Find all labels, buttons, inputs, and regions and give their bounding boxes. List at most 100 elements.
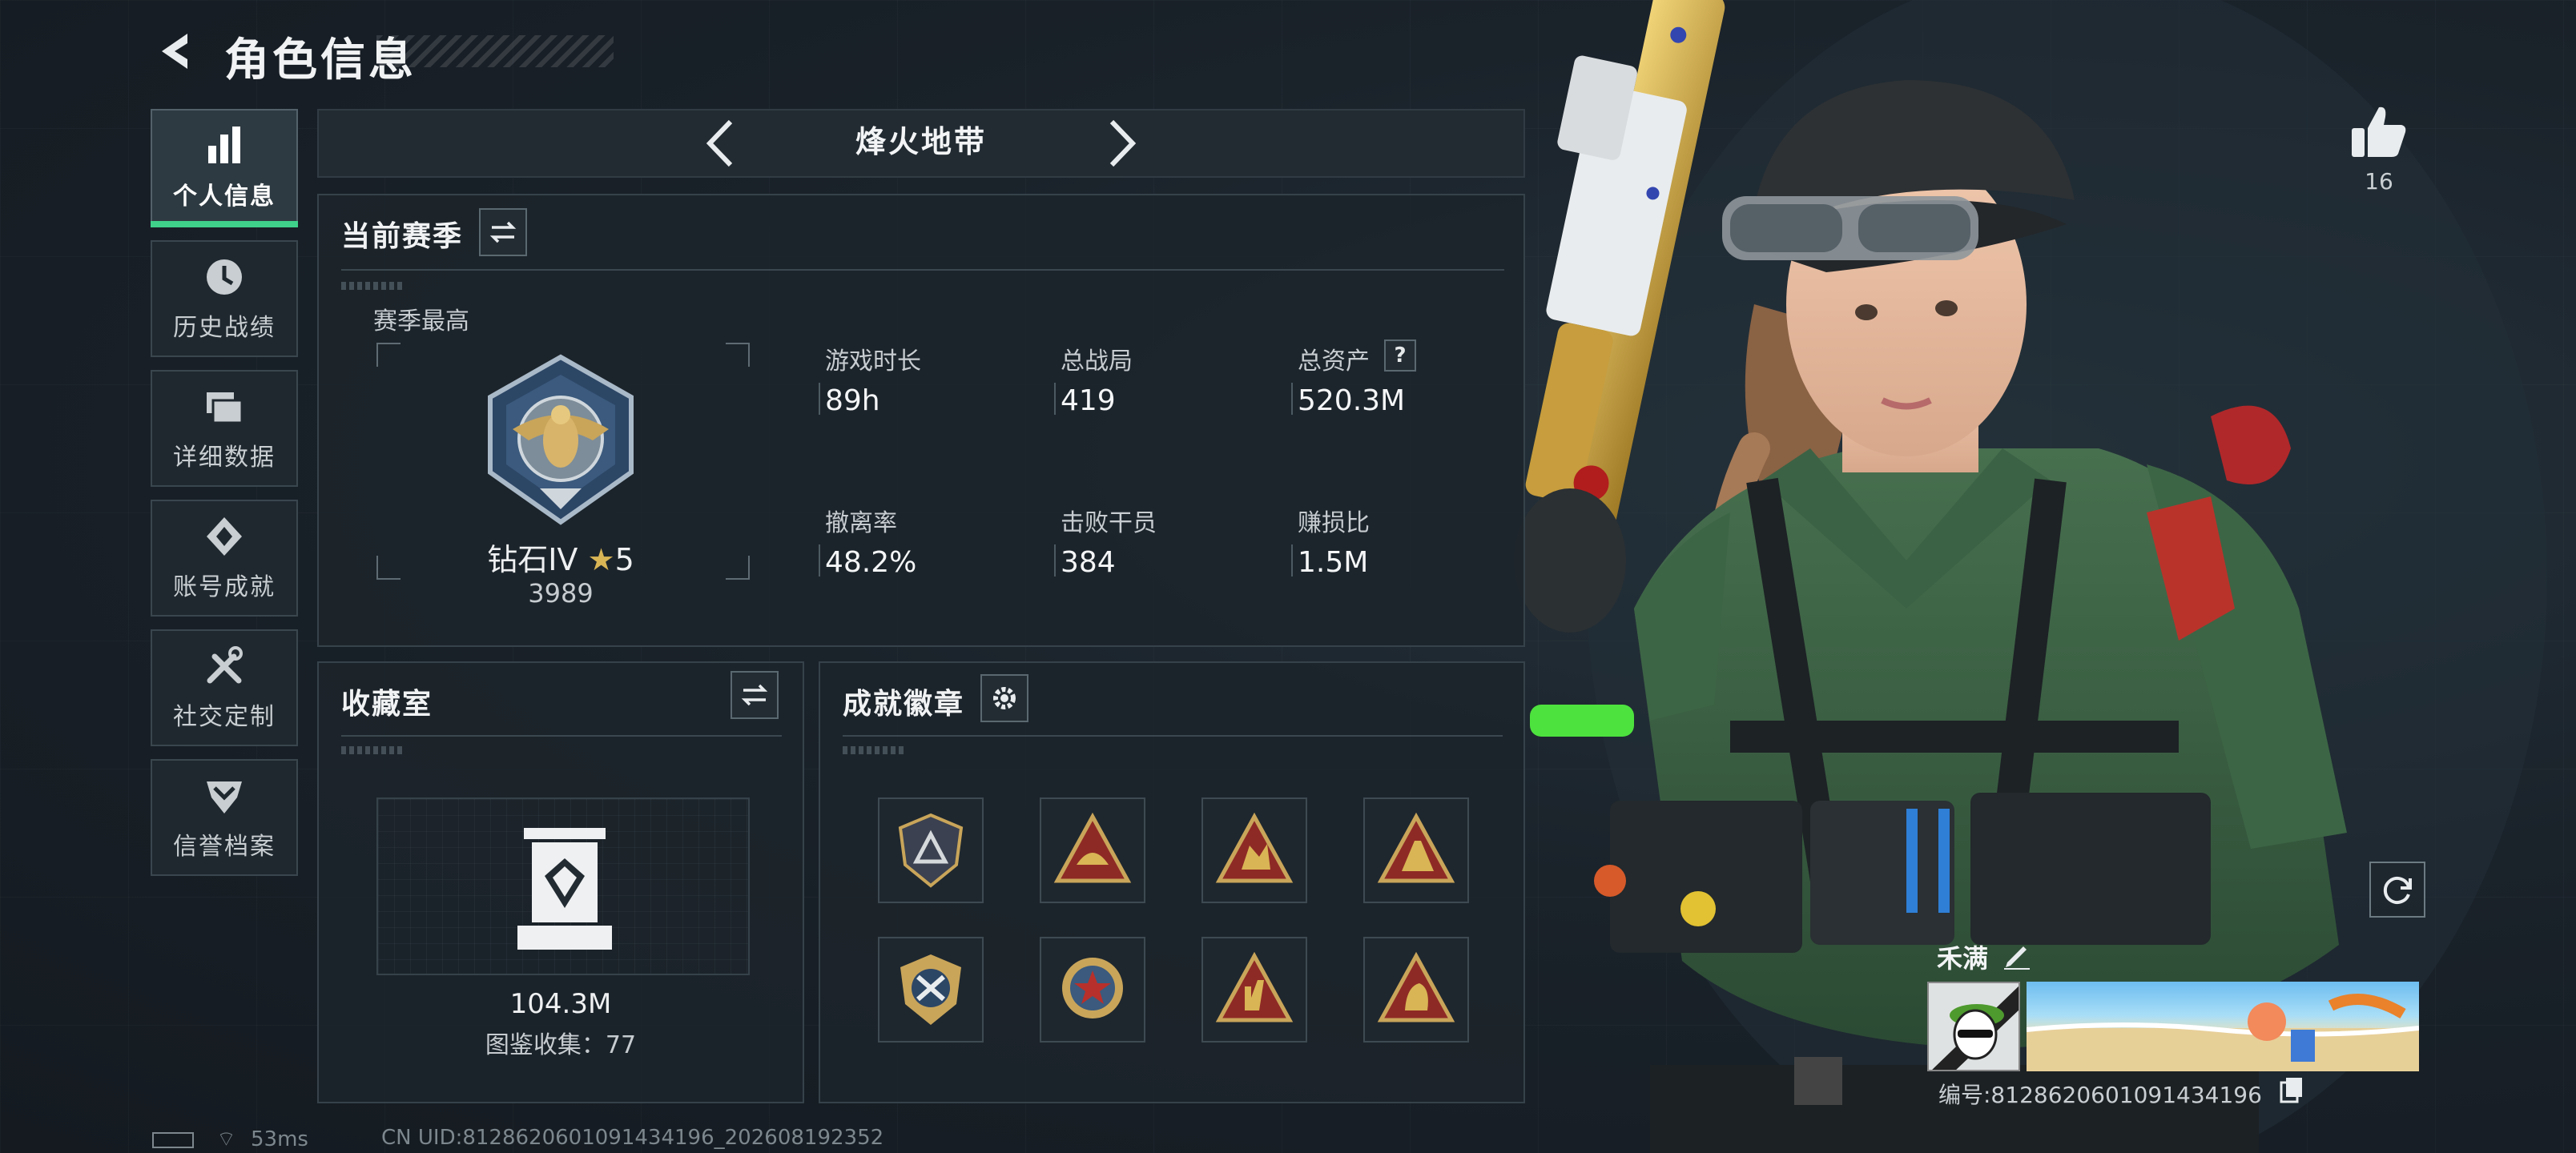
stat-value-total-games: 419 <box>1061 384 1116 417</box>
server-uid: CN UID:8128620601091434196_202608192352 <box>381 1126 884 1150</box>
rank-stars: 5 <box>614 542 634 577</box>
stat-label-playtime: 游戏时长 <box>825 348 921 376</box>
badge-slot[interactable] <box>1363 937 1469 1043</box>
nav-item-reputation[interactable]: 信誉档案 <box>151 759 298 876</box>
character-illustration <box>1514 0 2547 1153</box>
switch-season-button[interactable] <box>479 208 527 256</box>
collection-display-case[interactable] <box>376 797 750 975</box>
rank-line: 钻石IV ★5 <box>384 535 737 579</box>
gear-icon <box>993 687 1016 709</box>
stat-label-total-games: 总战局 <box>1061 348 1133 376</box>
beach-banner-image <box>2027 994 2419 1071</box>
star-medal-badge-icon <box>1062 958 1123 1018</box>
rank-emblem-icon <box>488 354 634 525</box>
badge-slot[interactable] <box>878 937 984 1043</box>
divider-decoration <box>341 746 405 754</box>
stat-tick <box>1291 544 1293 576</box>
nav-item-detailed-data[interactable]: 详细数据 <box>151 370 298 487</box>
battery-icon <box>152 1131 194 1148</box>
nav-label: 信誉档案 <box>173 833 276 861</box>
stat-value-extract-rate: 48.2% <box>825 546 917 579</box>
wifi-icon: ⌔ <box>216 1127 236 1151</box>
stat-value-kills: 384 <box>1061 546 1116 579</box>
player-name: 禾满 <box>1937 943 1989 974</box>
copy-icon[interactable] <box>2278 1076 2305 1105</box>
badge-slot[interactable] <box>1363 797 1469 903</box>
nav-item-personal-info[interactable]: 个人信息 <box>151 109 298 227</box>
back-arrow-icon[interactable] <box>152 27 200 75</box>
badges-settings-button[interactable] <box>980 674 1028 722</box>
status-bar: ⌔ 53ms <box>152 1126 308 1152</box>
triangle-badge-icon <box>1377 951 1455 1022</box>
achievement-diamond-icon <box>207 517 242 556</box>
refresh-icon <box>2383 877 2412 904</box>
crest-badge-icon <box>900 954 961 1025</box>
rank-name: 钻石IV <box>487 542 578 577</box>
triangle-badge-icon <box>1377 812 1455 883</box>
stat-tick <box>819 383 820 415</box>
divider-decoration <box>341 282 405 290</box>
history-clock-icon <box>207 259 242 295</box>
switch-collection-button[interactable] <box>731 671 779 719</box>
avatar-image <box>1929 983 2019 1070</box>
shield-chevron-icon <box>207 781 242 814</box>
profile-banner[interactable] <box>2027 982 2419 1071</box>
catalog-count: 图鉴收集：77 <box>485 1031 637 1059</box>
badge-slot[interactable] <box>1040 937 1145 1043</box>
badge-slot[interactable] <box>1201 797 1307 903</box>
assets-help-button[interactable]: ? <box>1384 339 1416 372</box>
stat-value-total-assets: 520.3M <box>1298 384 1406 417</box>
stat-tick <box>1054 383 1056 415</box>
stat-value-playtime: 89h <box>825 384 880 417</box>
bar-chart-icon <box>208 127 240 163</box>
shield-triangle-badge-icon <box>898 813 964 888</box>
divider-decoration <box>843 746 907 754</box>
swap-arrows-icon <box>741 684 768 706</box>
nav-label: 个人信息 <box>173 183 276 211</box>
collection-value: 104.3M <box>509 988 612 1020</box>
folders-icon <box>207 392 244 424</box>
nav-label: 详细数据 <box>173 444 276 472</box>
badges-heading: 成就徽章 <box>843 688 965 721</box>
nav-label: 历史战绩 <box>173 314 276 342</box>
swap-arrows-icon <box>489 221 517 243</box>
refresh-button[interactable] <box>2369 862 2425 918</box>
season-heading: 当前赛季 <box>341 220 464 253</box>
triangle-badge-icon <box>1215 812 1294 883</box>
ping-value: 53ms <box>250 1127 308 1151</box>
stat-label-kills: 击败干员 <box>1061 509 1157 537</box>
nav-item-achievements[interactable]: 账号成就 <box>151 500 298 617</box>
nav-item-social-custom[interactable]: 社交定制 <box>151 629 298 746</box>
badge-slot[interactable] <box>878 797 984 903</box>
nav-item-history[interactable]: 历史战绩 <box>151 240 298 357</box>
display-case-icon <box>517 828 612 950</box>
player-id: 编号:8128620601091434196 <box>1938 1082 2262 1108</box>
stat-tick <box>1054 544 1056 576</box>
frame-corner <box>726 343 750 367</box>
stat-tick <box>1291 383 1293 415</box>
triangle-badge-icon <box>1215 951 1294 1022</box>
divider <box>341 269 1504 271</box>
stat-value-profit-ratio: 1.5M <box>1298 546 1369 579</box>
title-decoration <box>376 35 614 67</box>
player-avatar[interactable] <box>1927 982 2020 1071</box>
like-count: 16 <box>2365 168 2393 195</box>
nav-label: 社交定制 <box>173 703 276 731</box>
badge-slot[interactable] <box>1040 797 1145 903</box>
next-mode-arrow-icon[interactable] <box>1097 117 1145 170</box>
season-best-label: 赛季最高 <box>373 307 469 335</box>
thumbs-up-icon[interactable] <box>2347 101 2411 162</box>
divider <box>341 735 782 737</box>
frame-corner <box>376 343 400 367</box>
mode-title: 烽火地带 <box>855 124 987 159</box>
stat-label-total-assets: 总资产 <box>1298 348 1370 376</box>
triangle-badge-icon <box>1053 812 1132 883</box>
divider <box>843 735 1503 737</box>
nav-label: 账号成就 <box>173 573 276 601</box>
edit-pencil-icon[interactable] <box>2001 938 2033 970</box>
stat-tick <box>819 544 820 576</box>
stat-label-profit-ratio: 赚损比 <box>1298 509 1370 537</box>
tools-icon <box>207 646 243 684</box>
badge-slot[interactable] <box>1201 937 1307 1043</box>
star-icon: ★ <box>587 542 615 577</box>
